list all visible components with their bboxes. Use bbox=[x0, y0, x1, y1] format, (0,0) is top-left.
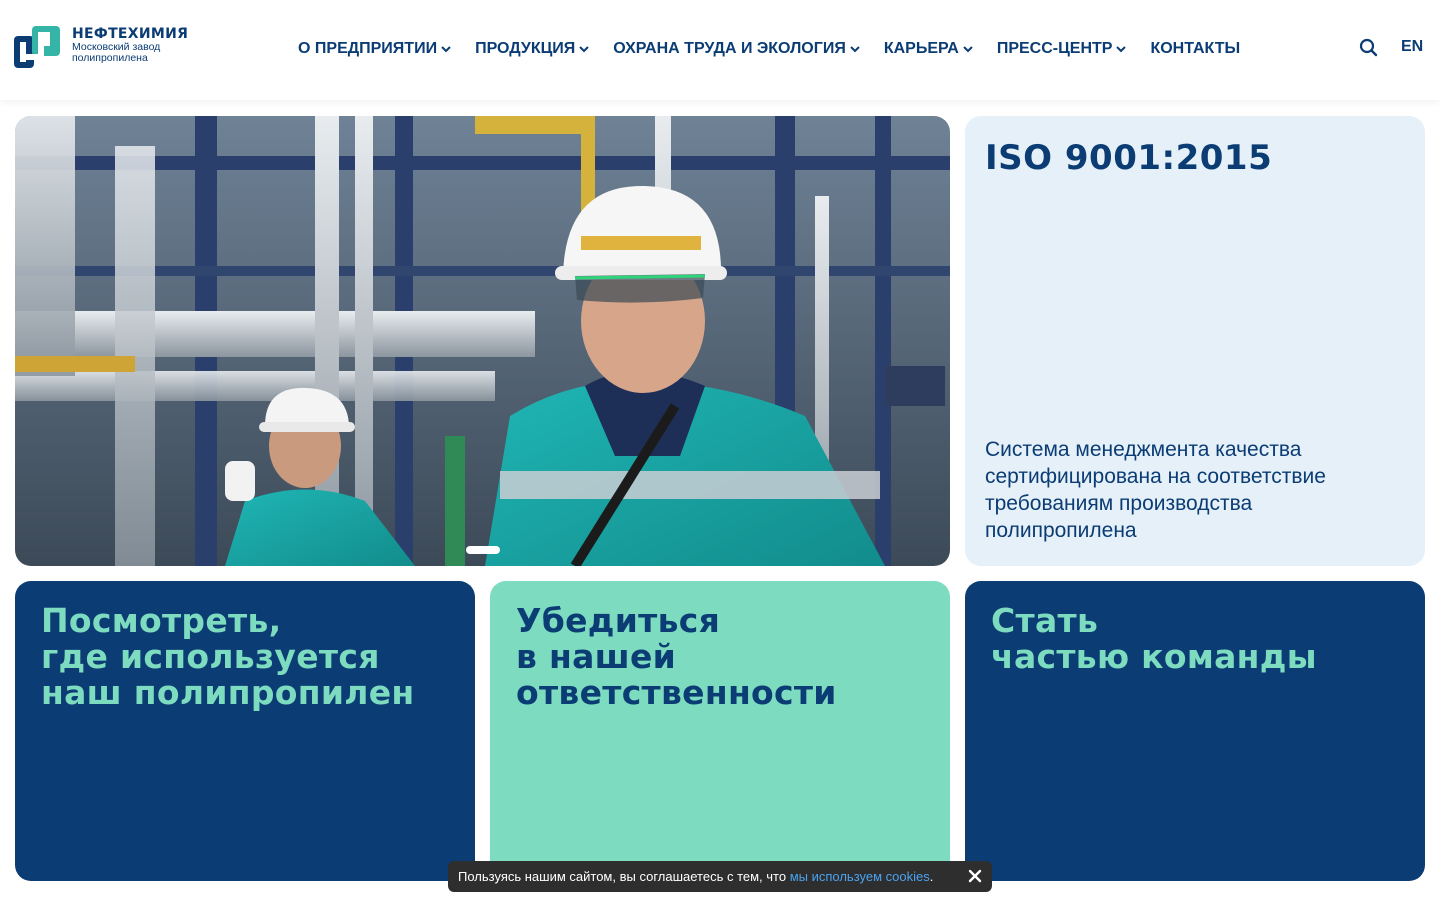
nav-item-press-center[interactable]: ПРЕСС-ЦЕНТР bbox=[997, 40, 1127, 58]
cookie-message: Пользуясь нашим сайтом, вы соглашаетесь … bbox=[458, 869, 790, 884]
iso-description: Система менеджмента качества сертифициро… bbox=[985, 438, 1326, 542]
iso-card[interactable]: ISO 9001:2015 Система менеджмента качест… bbox=[965, 116, 1425, 566]
search-icon[interactable] bbox=[1359, 38, 1379, 58]
nav-item-about[interactable]: О ПРЕДПРИЯТИИ bbox=[298, 40, 451, 58]
tile-join-team[interactable]: Стать частью команды bbox=[965, 581, 1425, 881]
language-switch[interactable]: EN bbox=[1401, 38, 1423, 56]
main-nav: О ПРЕДПРИЯТИИ ПРОДУКЦИЯ ОХРАНА ТРУДА И Э… bbox=[298, 38, 1240, 60]
chevron-down-icon bbox=[579, 46, 589, 53]
close-icon[interactable] bbox=[968, 869, 982, 883]
hero-slider[interactable] bbox=[15, 116, 950, 566]
nav-item-career[interactable]: КАРЬЕРА bbox=[884, 40, 973, 58]
cookie-banner: Пользуясь нашим сайтом, вы соглашаетесь … bbox=[448, 861, 992, 892]
logo-title: НЕФТЕХИМИЯ bbox=[72, 26, 189, 42]
site-header: НЕФТЕХИМИЯ Московский завод полипропилен… bbox=[0, 0, 1440, 100]
nav-item-label: КАРЬЕРА bbox=[883, 40, 959, 57]
nav-item-label: ОХРАНА ТРУДА И ЭКОЛОГИЯ bbox=[613, 40, 846, 57]
logo-text: НЕФТЕХИМИЯ Московский завод полипропилен… bbox=[72, 26, 188, 64]
chevron-down-icon bbox=[963, 46, 973, 53]
tile-title: Убедиться в нашей ответственности bbox=[516, 601, 837, 712]
nav-item-safety-ecology[interactable]: ОХРАНА ТРУДА И ЭКОЛОГИЯ bbox=[613, 40, 860, 58]
nav-item-label: ПРЕСС-ЦЕНТР bbox=[996, 40, 1113, 57]
slider-dot-active[interactable] bbox=[466, 546, 500, 554]
iso-title: ISO 9001:2015 bbox=[985, 138, 1273, 178]
nav-item-label: КОНТАКТЫ bbox=[1150, 40, 1241, 57]
nav-item-label: О ПРЕДПРИЯТИИ bbox=[298, 40, 438, 57]
tile-polypropylene-usage[interactable]: Посмотреть, где используется наш полипро… bbox=[15, 581, 475, 881]
site-logo[interactable]: НЕФТЕХИМИЯ Московский завод полипропилен… bbox=[14, 26, 188, 68]
tile-responsibility[interactable]: Убедиться в нашей ответственности bbox=[490, 581, 950, 881]
nav-item-products[interactable]: ПРОДУКЦИЯ bbox=[475, 40, 589, 58]
cookie-policy-link[interactable]: мы используем cookies bbox=[790, 869, 930, 884]
tile-title: Посмотреть, где используется наш полипро… bbox=[41, 601, 415, 712]
chevron-down-icon bbox=[850, 46, 860, 53]
logo-subtitle-line-2: полипропилена bbox=[72, 52, 148, 64]
cookie-text: Пользуясь нашим сайтом, вы соглашаетесь … bbox=[458, 869, 933, 884]
chevron-down-icon bbox=[441, 46, 451, 53]
chevron-down-icon bbox=[1116, 46, 1127, 53]
hero-image bbox=[15, 116, 950, 566]
tile-title: Стать частью команды bbox=[991, 601, 1317, 676]
logo-mark-icon bbox=[14, 26, 62, 68]
nav-item-contacts[interactable]: КОНТАКТЫ bbox=[1150, 40, 1240, 58]
cookie-period: . bbox=[929, 869, 934, 884]
nav-item-label: ПРОДУКЦИЯ bbox=[475, 40, 576, 57]
